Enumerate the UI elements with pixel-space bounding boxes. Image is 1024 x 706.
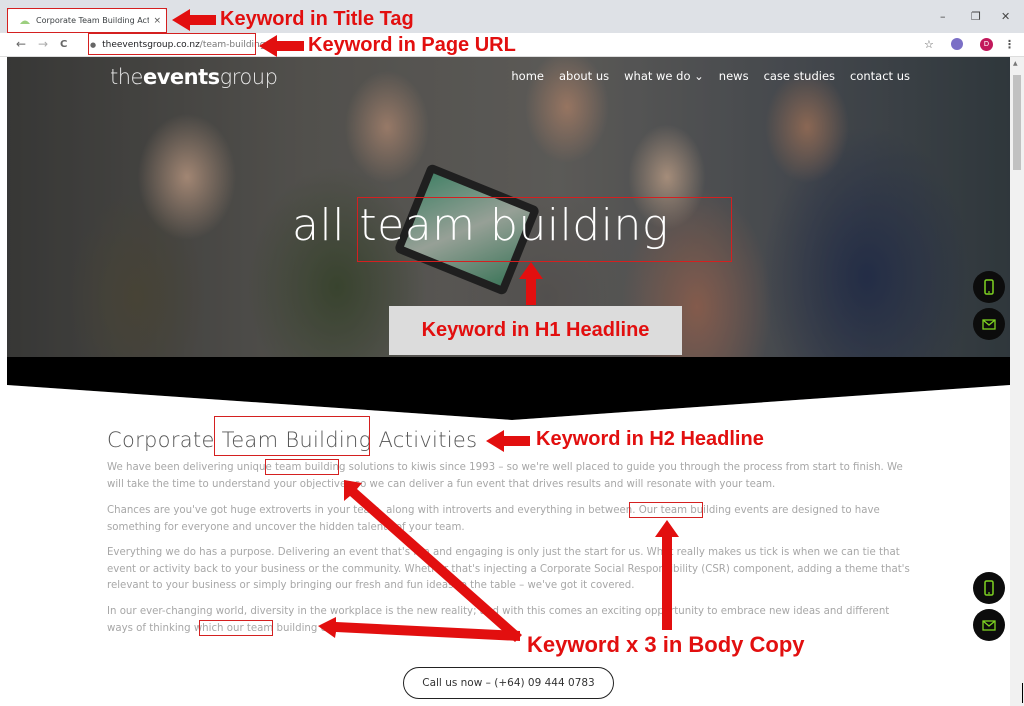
scroll-up-arrow-icon[interactable]: ▲ [1013,60,1018,67]
body-keyword-highlight-box-3 [199,620,273,636]
email-button[interactable] [973,308,1005,340]
browser-menu-icon[interactable]: ⋮ [1004,38,1015,51]
call-us-button[interactable]: Call us now – (+64) 09 444 0783 [403,667,614,699]
annotation-title-tag: Keyword in Title Tag [220,8,414,30]
title-tag-highlight-box [7,8,167,33]
back-icon[interactable]: ← [16,37,26,51]
mail-icon [982,319,996,330]
nav-case-studies[interactable]: case studies [764,69,835,83]
bookmark-star-icon[interactable]: ☆ [924,38,934,51]
phone-icon [984,580,994,596]
phone-icon [984,279,994,295]
annotation-body: Keyword x 3 in Body Copy [527,632,805,657]
email-button-floating[interactable] [973,609,1005,641]
body-paragraph: Chances are you've got huge extroverts i… [107,505,880,533]
h2-highlight-box [214,416,370,456]
url-highlight-box [88,33,256,55]
annotation-page-url: Keyword in Page URL [308,34,516,56]
body-keyword-highlight-box-2 [629,502,703,518]
mail-icon [982,620,996,631]
nav-what-we-do[interactable]: what we do ⌄ [624,69,704,83]
nav-home[interactable]: home [511,69,544,83]
screenshot: Corporate Team Building Activiti × – ❐ ✕… [0,0,1024,706]
arrow-h2 [486,430,530,452]
body-paragraph: We have been delivering unique team buil… [107,462,903,490]
scrollbar-thumb[interactable] [1013,75,1021,170]
minimize-icon[interactable]: – [940,10,946,23]
annotation-h2: Keyword in H2 Headline [536,428,764,450]
site-logo[interactable]: theeventsgroup [110,65,278,89]
page-scrollbar[interactable]: ▲ [1010,57,1024,706]
nav-about-us[interactable]: about us [559,69,609,83]
profile-avatar[interactable]: D [980,38,993,51]
close-window-icon[interactable]: ✕ [1001,10,1010,23]
reload-icon[interactable]: C [60,39,67,50]
nav-news[interactable]: news [719,69,749,83]
forward-icon[interactable]: → [38,37,48,51]
text-cursor [1022,683,1023,703]
maximize-icon[interactable]: ❐ [971,10,981,23]
hero-chevron-divider [7,357,1010,422]
main-nav: home about us what we do ⌄ news case stu… [511,69,910,83]
h1-highlight-box [357,197,732,262]
nav-contact-us[interactable]: contact us [850,69,910,83]
body-keyword-highlight-box-1 [265,459,339,475]
phone-button-floating[interactable] [973,572,1005,604]
phone-button[interactable] [973,271,1005,303]
extension-icon[interactable] [951,38,963,50]
body-paragraph: Everything we do has a purpose. Deliveri… [107,547,910,591]
annotation-h1: Keyword in H1 Headline [389,306,682,355]
